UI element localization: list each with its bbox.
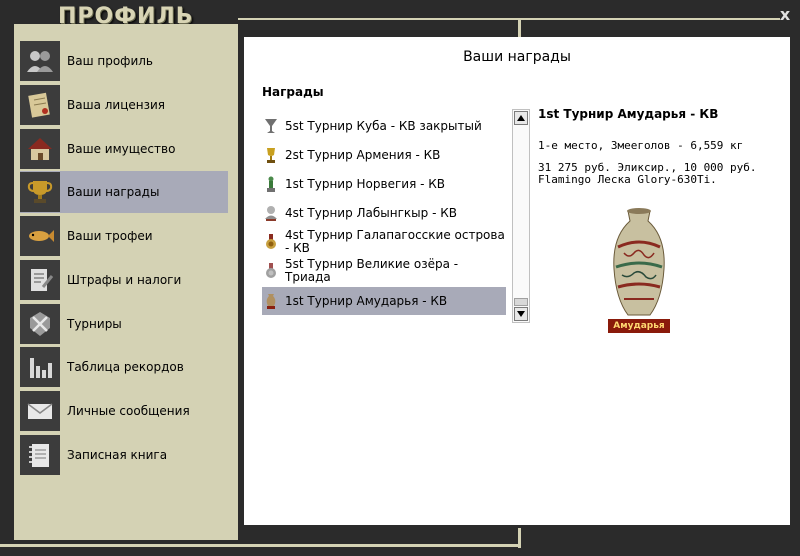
sidebar-item-label: Ваша лицензия [67, 98, 165, 112]
gold-cup-icon [267, 148, 275, 163]
award-label: 1st Турнир Амударья - КВ [285, 293, 448, 308]
sidebar-item-awards[interactable]: Ваши награды [20, 171, 228, 213]
frame-divider [520, 18, 780, 20]
sidebar-item-label: Личные сообщения [67, 404, 190, 418]
scroll-thumb[interactable] [514, 298, 528, 306]
medal-icon [266, 263, 276, 278]
award-label: 4st Турнир Галапагосские острова - КВ [285, 228, 505, 255]
chevron-up-icon [517, 115, 525, 121]
award-item[interactable]: 5st Турнир Великие озёра - Триада [262, 257, 506, 285]
award-item[interactable]: 5st Турнир Куба - КВ закрытый [262, 115, 506, 137]
award-item[interactable]: 2st Турнир Армения - КВ [262, 144, 506, 166]
awards-heading: Награды [262, 85, 324, 99]
scroll-up-button[interactable] [514, 111, 528, 125]
content-panel: Ваши награды Награды 5st Турнир Куба - К… [244, 37, 790, 525]
sidebar-item-label: Ваше имущество [67, 142, 176, 156]
cup-icon [265, 119, 277, 133]
sidebar-item-label: Турниры [67, 317, 122, 331]
frame-divider [518, 18, 521, 38]
sidebar-item-profile[interactable]: Ваш профиль [20, 40, 228, 82]
house-icon [20, 129, 60, 169]
award-item[interactable]: 4st Турнир Галапагосские острова - КВ [262, 228, 506, 256]
frame-divider [0, 544, 521, 547]
sidebar-item-messages[interactable]: Личные сообщения [20, 390, 228, 432]
award-detail-place: 1-е место, Змееголов - 6,559 кг [538, 139, 744, 152]
page-title: Ваши награды [463, 49, 571, 65]
notebook-icon [20, 435, 60, 475]
sidebar-item-label: Штрафы и налоги [67, 273, 182, 287]
bust-icon [265, 206, 277, 221]
award-label: 5st Турнир Куба - КВ закрытый [285, 118, 482, 133]
award-label: 4st Турнир Лабынгкыр - КВ [285, 205, 457, 220]
award-label: 5st Турнир Великие озёра - Триада [285, 257, 459, 284]
sidebar-item-fines[interactable]: Штрафы и налоги [20, 259, 228, 301]
mail-icon [20, 391, 60, 431]
green-statue-icon [267, 176, 275, 192]
sidebar-item-notebook[interactable]: Записная книга [20, 434, 228, 476]
license-icon [20, 85, 60, 125]
sidebar-item-label: Записная книга [67, 448, 168, 462]
vase-caption: Амударья [608, 319, 670, 333]
vase-icon [266, 294, 276, 309]
scroll-down-button[interactable] [514, 307, 528, 321]
award-item[interactable]: 4st Турнир Лабынгкыр - КВ [262, 202, 506, 224]
frame-divider [238, 18, 518, 20]
medal-icon [266, 234, 276, 249]
fines-icon [20, 260, 60, 300]
award-item-selected[interactable]: 1st Турнир Амударья - КВ [262, 287, 506, 315]
sidebar-item-label: Ваши награды [67, 185, 160, 199]
award-label: 1st Турнир Норвегия - КВ [285, 176, 446, 191]
award-detail-title: 1st Турнир Амударья - КВ [538, 107, 719, 121]
sidebar-item-label: Ваши трофеи [67, 229, 153, 243]
sidebar: Ваш профиль Ваша лицензия Ваше имущество… [14, 24, 238, 540]
award-detail-prize: 31 275 руб. Эликсир., 10 000 руб. Flamin… [538, 161, 757, 186]
award-detail: 1st Турнир Амударья - КВ 1-е место, Змее… [538, 107, 778, 186]
close-icon[interactable]: x [778, 7, 792, 23]
sidebar-item-trophies[interactable]: Ваши трофеи [20, 215, 228, 257]
sidebar-item-tournaments[interactable]: Турниры [20, 303, 228, 345]
award-item[interactable]: 1st Турнир Норвегия - КВ [262, 173, 506, 195]
awards-list: 5st Турнир Куба - КВ закрытый 2st Турнир… [262, 111, 506, 315]
fish-icon [20, 216, 60, 256]
sidebar-item-license[interactable]: Ваша лицензия [20, 84, 228, 126]
sidebar-item-label: Ваш профиль [67, 54, 153, 68]
sidebar-item-records[interactable]: Таблица рекордов [20, 346, 228, 388]
chevron-down-icon [517, 311, 525, 317]
users-icon [20, 41, 60, 81]
award-label: 2st Турнир Армения - КВ [285, 147, 441, 162]
sidebar-item-property[interactable]: Ваше имущество [20, 128, 228, 170]
tournament-icon [20, 304, 60, 344]
awards-scrollbar[interactable] [512, 109, 530, 323]
sidebar-item-label: Таблица рекордов [67, 360, 184, 374]
vase-trophy-image [613, 208, 665, 316]
records-icon [20, 347, 60, 387]
trophy-icon [20, 172, 60, 212]
